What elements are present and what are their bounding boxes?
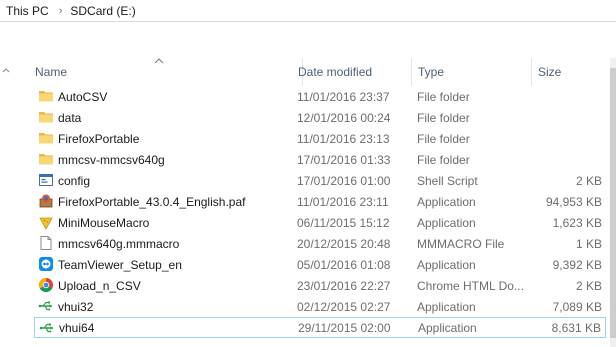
- file-name: data: [58, 110, 82, 125]
- usb-icon: [39, 323, 53, 333]
- file-date: 02/12/2015 02:27: [297, 299, 391, 314]
- file-size: 8,631 KB: [551, 320, 601, 335]
- file-type: Chrome HTML Do...: [417, 278, 524, 293]
- teamviewer-icon: [39, 257, 53, 271]
- column-size[interactable]: Size: [532, 58, 610, 86]
- file-size: 7,089 KB: [552, 299, 602, 314]
- file-date: 05/01/2016 01:08: [297, 257, 391, 272]
- file-row[interactable]: FirefoxPortable_43.0.4_English.paf 11/01…: [34, 191, 606, 212]
- file-name: FirefoxPortable: [58, 131, 140, 146]
- folder-icon: [39, 133, 53, 144]
- column-header: Name Date modified Type Size: [12, 58, 610, 86]
- navigation-pane-edge: [0, 22, 12, 347]
- file-row[interactable]: mmcsv640g.mmmacro 20/12/2015 20:48 MMMAC…: [34, 233, 606, 254]
- file-name: AutoCSV: [58, 89, 108, 104]
- file-date: 20/12/2015 20:48: [297, 236, 391, 251]
- breadcrumb-separator-icon[interactable]: ›: [59, 5, 63, 17]
- file-type: Application: [417, 215, 476, 230]
- file-row[interactable]: mmcsv-mmcsv640g 17/01/2016 01:33 File fo…: [34, 149, 606, 170]
- file-name: MiniMouseMacro: [58, 215, 150, 230]
- file-size: 2 KB: [575, 278, 602, 293]
- document-icon: [40, 236, 52, 250]
- usb-icon: [38, 301, 52, 311]
- file-name: config: [58, 173, 91, 188]
- collapse-arrow-icon[interactable]: [1, 66, 11, 76]
- file-date: 11/01/2016 23:37: [297, 89, 390, 104]
- folder-icon: [39, 154, 53, 165]
- file-type: Application: [417, 257, 476, 272]
- file-date: 29/11/2015 02:00: [298, 320, 391, 335]
- file-row[interactable]: data 12/01/2016 00:24 File folder: [34, 107, 606, 128]
- file-row[interactable]: config 17/01/2016 01:00 Shell Script 2 K…: [34, 170, 606, 191]
- file-type: File folder: [417, 152, 470, 167]
- file-date: 11/01/2016 23:11: [297, 194, 389, 209]
- file-size: 2 KB: [575, 173, 602, 188]
- column-date-modified[interactable]: Date modified: [292, 58, 412, 86]
- file-type: MMMACRO File: [417, 236, 505, 251]
- file-date: 06/11/2015 15:12: [297, 215, 390, 230]
- file-name: TeamViewer_Setup_en: [58, 257, 182, 272]
- file-name: FirefoxPortable_43.0.4_English.paf: [58, 194, 246, 209]
- file-type: Application: [417, 194, 476, 209]
- file-row-selected[interactable]: vhui64 29/11/2015 02:00 Application 8,63…: [34, 317, 606, 338]
- file-name: Upload_n_CSV: [58, 278, 141, 293]
- file-type: Shell Script: [417, 173, 478, 188]
- installer-icon: [39, 194, 53, 208]
- vertical-scrollbar[interactable]: [610, 58, 616, 347]
- file-type: File folder: [417, 89, 470, 104]
- file-type: Application: [417, 299, 476, 314]
- file-row[interactable]: FirefoxPortable 11/01/2016 23:13 File fo…: [34, 128, 606, 149]
- file-row[interactable]: TeamViewer_Setup_en 05/01/2016 01:08 App…: [34, 254, 606, 275]
- file-name: vhui64: [59, 320, 95, 335]
- file-size: 94,953 KB: [545, 194, 602, 209]
- folder-icon: [39, 91, 53, 102]
- shell-script-icon: [39, 174, 53, 186]
- chrome-icon: [39, 278, 53, 292]
- file-name: vhui32: [58, 299, 94, 314]
- file-date: 12/01/2016 00:24: [297, 110, 391, 125]
- file-size: 1,623 KB: [552, 215, 602, 230]
- column-name[interactable]: Name: [29, 58, 303, 86]
- folder-icon: [39, 112, 53, 123]
- file-date: 17/01/2016 01:33: [297, 152, 391, 167]
- file-type: Application: [418, 320, 477, 335]
- file-date: 11/01/2016 23:13: [297, 131, 390, 146]
- file-date: 17/01/2016 01:00: [297, 173, 391, 188]
- file-row[interactable]: Upload_n_CSV 23/01/2016 22:27 Chrome HTM…: [34, 275, 606, 296]
- file-size: 9,392 KB: [552, 257, 602, 272]
- breadcrumb-this-pc[interactable]: This PC: [6, 4, 49, 18]
- breadcrumb-sdcard[interactable]: SDCard (E:): [70, 4, 135, 18]
- address-bar[interactable]: This PC › SDCard (E:): [0, 0, 616, 22]
- file-row[interactable]: vhui32 02/12/2015 02:27 Application 7,08…: [34, 296, 606, 317]
- file-type: File folder: [417, 110, 470, 125]
- file-date: 23/01/2016 22:27: [297, 278, 391, 293]
- scrollbar-thumb[interactable]: [610, 68, 616, 338]
- file-type: File folder: [417, 131, 470, 146]
- file-name: mmcsv640g.mmmacro: [58, 236, 180, 251]
- column-type[interactable]: Type: [412, 58, 532, 86]
- file-name: mmcsv-mmcsv640g: [58, 152, 165, 167]
- file-row[interactable]: MiniMouseMacro 06/11/2015 15:12 Applicat…: [34, 212, 606, 233]
- file-row[interactable]: AutoCSV 11/01/2016 23:37 File folder: [34, 86, 606, 107]
- cheese-icon: [39, 217, 53, 230]
- file-size: 1 KB: [575, 236, 602, 251]
